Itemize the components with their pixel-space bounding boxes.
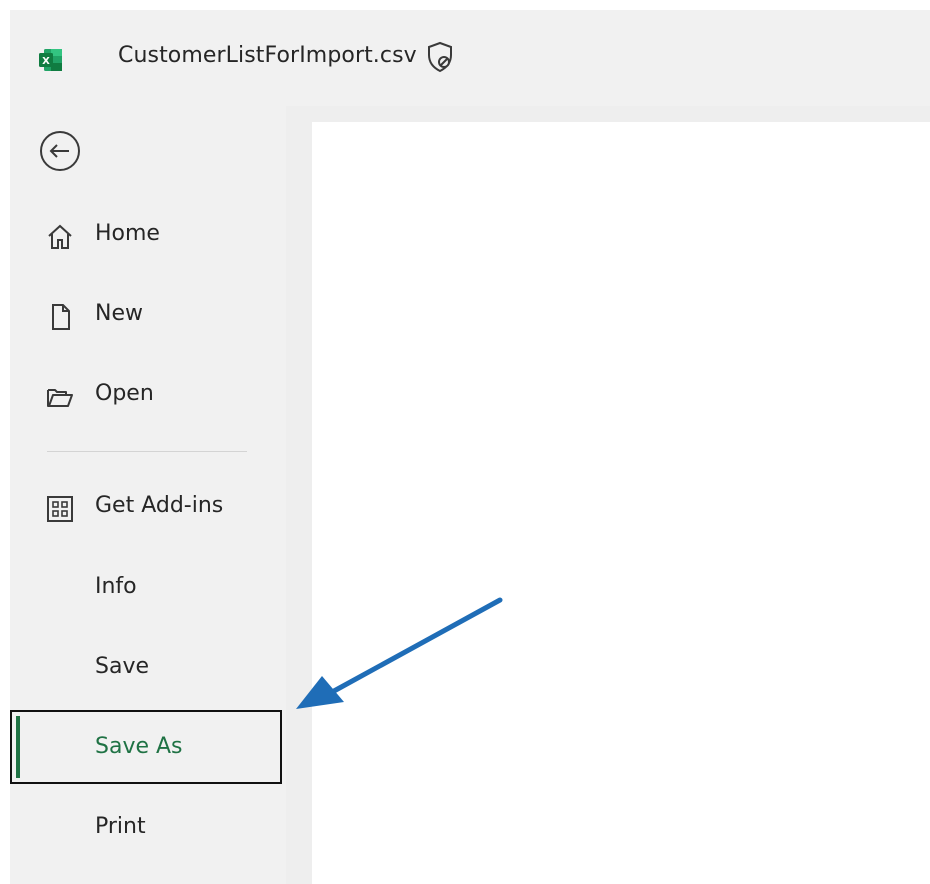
menu-item-open-label: Open bbox=[95, 381, 154, 406]
menu-item-info[interactable]: Info bbox=[10, 559, 286, 619]
home-icon bbox=[48, 224, 72, 249]
menu-item-home-label: Home bbox=[95, 221, 160, 246]
menu-item-get-add-ins[interactable]: Get Add-ins bbox=[10, 478, 286, 538]
menu-item-print[interactable]: Print bbox=[10, 799, 286, 859]
menu-item-save-label: Save bbox=[95, 654, 150, 679]
add-ins-icon bbox=[47, 496, 73, 522]
excel-backstage-window: X CustomerListForImport.csv Home New Ope… bbox=[0, 0, 930, 884]
backstage-content-panel bbox=[312, 122, 930, 884]
menu-separator bbox=[47, 451, 247, 452]
menu-item-new-label: New bbox=[95, 301, 143, 326]
menu-item-info-label: Info bbox=[95, 574, 137, 599]
menu-item-print-label: Print bbox=[95, 814, 146, 839]
back-arrow-icon[interactable] bbox=[38, 129, 82, 173]
new-document-icon bbox=[52, 304, 70, 330]
menu-item-get-add-ins-label: Get Add-ins bbox=[95, 493, 224, 518]
open-folder-icon bbox=[47, 389, 73, 407]
shield-icon[interactable] bbox=[424, 40, 456, 74]
menu-item-home[interactable]: Home bbox=[10, 206, 286, 266]
menu-item-save-as[interactable]: Save As bbox=[10, 710, 286, 786]
title-bar: X CustomerListForImport.csv bbox=[10, 10, 930, 106]
excel-app-icon: X bbox=[39, 49, 62, 71]
excel-app-icon-letter: X bbox=[42, 56, 50, 67]
menu-item-save[interactable]: Save bbox=[10, 639, 286, 699]
menu-item-save-as-label: Save As bbox=[95, 734, 183, 759]
document-title: CustomerListForImport.csv bbox=[118, 43, 417, 68]
menu-item-open[interactable]: Open bbox=[10, 366, 286, 426]
selected-item-indicator bbox=[16, 716, 20, 778]
backstage-sidebar: Home New Open Get Add-ins Info Save Save… bbox=[10, 106, 286, 884]
menu-item-new[interactable]: New bbox=[10, 286, 286, 346]
